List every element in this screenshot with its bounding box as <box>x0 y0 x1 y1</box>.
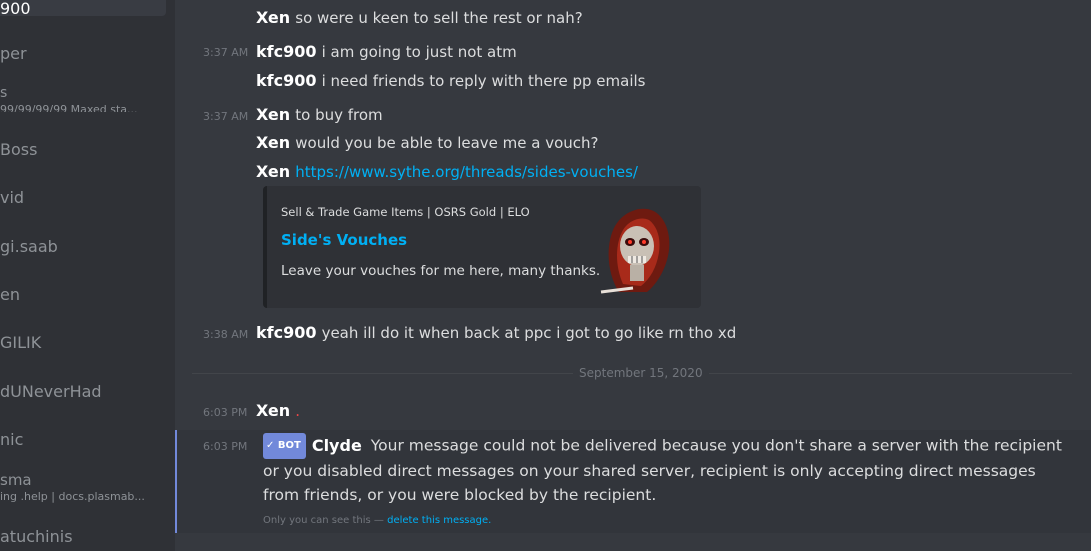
message-text: so were u keen to sell the rest or nah? <box>295 9 583 27</box>
dm-item[interactable]: sma ing .help | docs.plasmab... <box>0 466 166 506</box>
message-author[interactable]: Xen <box>256 8 290 27</box>
message-link[interactable]: https://www.sythe.org/threads/sides-vouc… <box>295 163 638 181</box>
ephemeral-note-text: Only you can see this — <box>263 515 384 526</box>
message: Xen to buy from <box>256 105 383 124</box>
message-author[interactable]: kfc900 <box>256 42 316 61</box>
message-author[interactable]: Clyde <box>312 436 362 455</box>
message-timestamp: 3:37 AM <box>203 110 249 123</box>
date-divider-label: September 15, 2020 <box>573 366 709 380</box>
dm-item-name: GILIK <box>0 333 42 352</box>
dm-item-status: 99/99/99/99 Maxed sta... <box>0 103 138 112</box>
checkmark-icon: ✓ <box>266 440 275 451</box>
dm-item-kfc900[interactable]: 900 <box>0 0 166 16</box>
dm-item-name: dUNeverHad <box>0 382 102 401</box>
dm-item-name: gi.saab <box>0 237 58 256</box>
delete-message-link[interactable]: delete this message <box>387 515 488 526</box>
message: kfc900 i need friends to reply with ther… <box>256 71 645 90</box>
dm-item[interactable]: per <box>0 38 166 70</box>
delete-message-suffix: . <box>488 515 492 526</box>
chat-area: Xen so were u keen to sell the rest or n… <box>175 0 1091 551</box>
dm-item-name: vid <box>0 188 25 207</box>
dm-item-status: ing .help | docs.plasmab... <box>0 490 145 503</box>
clyde-message: ✓ BOT Clyde Your message could not be del… <box>263 433 1063 507</box>
message-text: would you be able to leave me a vouch? <box>295 134 599 152</box>
bot-tag-label: BOT <box>277 440 301 451</box>
message: kfc900 i am going to just not atm <box>256 42 517 61</box>
message-timestamp: 6:03 PM <box>203 440 248 453</box>
dm-item-name: 900 <box>0 0 31 16</box>
message-text: to buy from <box>295 106 383 124</box>
message-author[interactable]: kfc900 <box>256 323 316 342</box>
message-text: i am going to just not atm <box>321 43 517 61</box>
ephemeral-note: Only you can see this — delete this mess… <box>263 515 491 526</box>
embed-provider[interactable]: Sell & Trade Game Items | OSRS Gold | EL… <box>281 205 530 219</box>
message-author[interactable]: kfc900 <box>256 71 316 90</box>
message-author[interactable]: Xen <box>256 133 290 152</box>
message-text: i need friends to reply with there pp em… <box>321 72 646 90</box>
message: Xen so were u keen to sell the rest or n… <box>256 8 583 27</box>
message: Xen would you be able to leave me a vouc… <box>256 133 599 152</box>
dm-item-name: Boss <box>0 140 38 159</box>
dm-item[interactable]: en <box>0 279 166 311</box>
dm-item-name: en <box>0 285 20 304</box>
dm-item[interactable]: vid <box>0 182 166 214</box>
message: Xen . <box>256 401 300 420</box>
bot-tag: ✓ BOT <box>263 433 306 459</box>
dm-item-name: sma <box>0 471 32 489</box>
dm-item-name: nic <box>0 430 24 449</box>
message-text: Your message could not be delivered beca… <box>263 436 1062 505</box>
embed-description: Leave your vouches for me here, many tha… <box>281 263 601 279</box>
link-embed: Sell & Trade Game Items | OSRS Gold | EL… <box>263 186 701 308</box>
dm-item[interactable]: dUNeverHad <box>0 376 166 408</box>
message-author[interactable]: Xen <box>256 401 290 420</box>
message-author[interactable]: Xen <box>256 105 290 124</box>
message-timestamp: 3:38 AM <box>203 328 249 341</box>
message: kfc900 yeah ill do it when back at ppc i… <box>256 323 736 342</box>
message-text: . <box>295 402 301 420</box>
dm-item-name: s <box>0 85 8 101</box>
dm-item[interactable]: s 99/99/99/99 Maxed sta... <box>0 80 166 112</box>
embed-thumbnail[interactable] <box>597 204 677 296</box>
message-timestamp: 6:03 PM <box>203 406 248 419</box>
dm-item-name: atuchinis <box>0 527 73 546</box>
dm-item[interactable]: gi.saab <box>0 231 166 263</box>
message-author[interactable]: Xen <box>256 162 290 181</box>
embed-title[interactable]: Side's Vouches <box>281 231 407 249</box>
message: Xen https://www.sythe.org/threads/sides-… <box>256 162 638 181</box>
dm-item-name: per <box>0 44 27 63</box>
message-text: yeah ill do it when back at ppc i got to… <box>321 324 737 342</box>
message-timestamp: 3:37 AM <box>203 46 249 59</box>
dm-item[interactable]: atuchinis <box>0 521 166 551</box>
dm-item[interactable]: GILIK <box>0 327 166 359</box>
dm-item[interactable]: nic <box>0 424 166 456</box>
dm-sidebar: 900 per s 99/99/99/99 Maxed sta... Boss … <box>0 0 175 551</box>
dm-item[interactable]: Boss <box>0 134 166 166</box>
